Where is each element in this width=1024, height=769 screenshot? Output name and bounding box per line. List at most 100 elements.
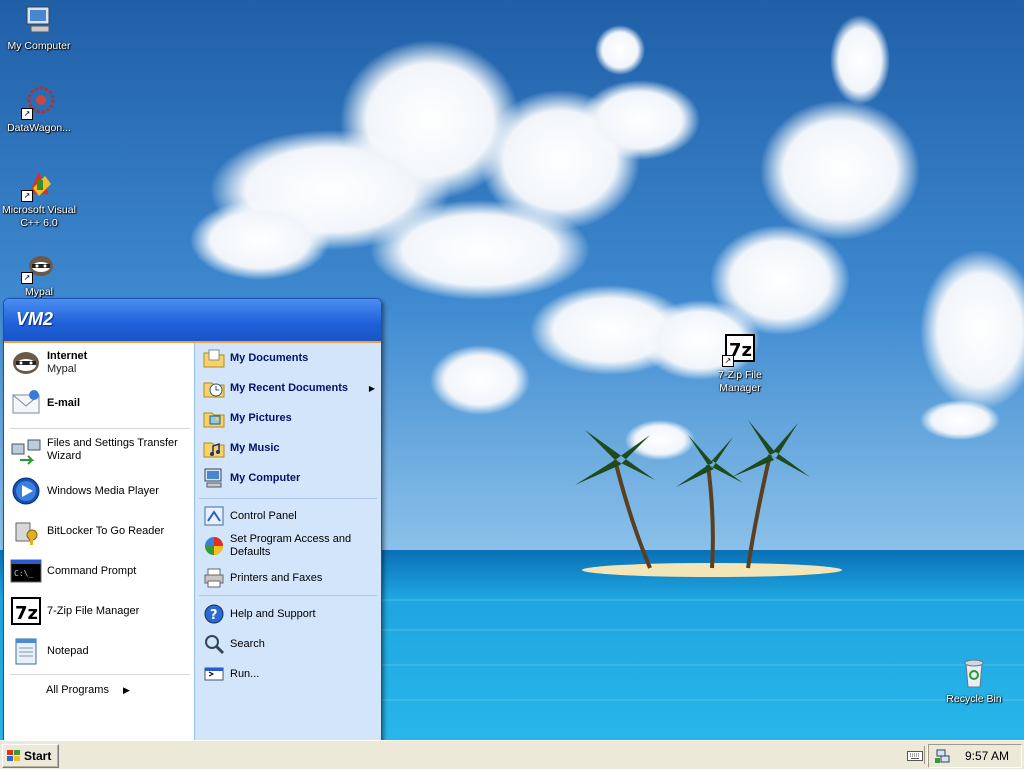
shortcut-arrow-icon: ↗: [21, 108, 33, 120]
program-item-command-prompt[interactable]: C:\_ Command Prompt: [10, 555, 136, 587]
visual-cpp-icon: ↗: [21, 168, 55, 202]
desktop-icon-datawagon[interactable]: ↗ DataWagon...: [0, 86, 78, 135]
pinned-item-email[interactable]: E-mail: [10, 387, 80, 419]
desktop-icon-my-computer[interactable]: My Computer: [0, 4, 78, 53]
program-item-transfer-wizard[interactable]: Files and Settings Transfer Wizard: [10, 434, 182, 466]
desktop-icon-label: My Computer: [7, 40, 71, 52]
setting-item-label: Set Program Access and Defaults: [230, 533, 352, 558]
program-defaults-icon: [203, 535, 225, 557]
pinned-item-internet[interactable]: Internet Mypal: [10, 347, 87, 379]
mypal-icon: [10, 347, 42, 379]
place-item-label: My Music: [230, 441, 280, 454]
recent-documents-icon: [203, 377, 225, 399]
email-icon: [10, 387, 42, 419]
svg-text:?: ?: [210, 608, 218, 623]
run-icon: [203, 663, 225, 685]
start-menu-header: VM2: [4, 299, 381, 343]
tool-item-label: Search: [230, 637, 265, 650]
arrow-right-icon: ▶: [368, 383, 375, 393]
desktop-icon-seven-zip[interactable]: 7z ↗ 7-Zip File Manager: [701, 333, 779, 395]
start-menu-programs: Internet Mypal E-mail Files and Settings…: [4, 343, 194, 740]
my-pictures-icon: [203, 407, 225, 429]
setting-item-program-defaults[interactable]: Set Program Access and Defaults: [203, 533, 363, 559]
program-item-label: 7-Zip File Manager: [47, 604, 140, 617]
place-item-label: My Documents: [230, 351, 309, 364]
menu-separator: [199, 595, 377, 596]
recycle-bin-icon: [958, 657, 990, 689]
help-icon: ?: [203, 603, 225, 625]
desktop-icon-mypal[interactable]: ↗ Mypal: [0, 250, 78, 299]
my-music-icon: [203, 437, 225, 459]
program-item-label: Notepad: [47, 644, 89, 657]
program-item-label: Command Prompt: [47, 564, 137, 577]
place-item-label: My Recent Documents: [230, 381, 348, 394]
printer-icon: [203, 567, 225, 589]
place-item-recent-documents[interactable]: My Recent Documents ▶: [203, 377, 379, 399]
setting-item-printers[interactable]: Printers and Faxes: [203, 567, 322, 589]
menu-separator: [199, 498, 377, 499]
my-documents-icon: [203, 347, 225, 369]
program-item-notepad[interactable]: Notepad: [10, 635, 89, 667]
network-icon[interactable]: [935, 748, 951, 764]
clock[interactable]: 9:57 AM: [965, 749, 1009, 763]
place-item-label: My Computer: [230, 471, 301, 484]
start-button[interactable]: Start: [2, 744, 59, 768]
bitlocker-icon: [10, 515, 42, 547]
place-item-label: My Pictures: [230, 411, 292, 424]
seven-zip-icon: 7z: [10, 595, 42, 627]
place-item-my-documents[interactable]: My Documents: [203, 347, 308, 369]
my-computer-icon: [203, 467, 225, 489]
desktop-icon-label: Recycle Bin: [946, 693, 1002, 705]
all-programs-label: All Programs: [46, 684, 109, 696]
desktop-icon-label: 7-Zip File Manager: [718, 369, 762, 394]
system-tray: 9:57 AM: [928, 744, 1022, 768]
search-icon: [203, 633, 225, 655]
start-button-label: Start: [24, 749, 52, 763]
menu-separator: [10, 674, 190, 675]
tool-item-search[interactable]: Search: [203, 633, 265, 655]
taskbar: Start 9:57 AM: [0, 740, 1024, 769]
place-item-my-music[interactable]: My Music: [203, 437, 280, 459]
windows-logo-icon: [7, 750, 21, 762]
mypal-icon: ↗: [21, 250, 55, 284]
start-menu: VM2 Internet Mypal E-mail Files and Sett…: [3, 298, 382, 741]
seven-zip-icon: 7z ↗: [722, 333, 756, 367]
keyboard-icon[interactable]: [907, 749, 923, 761]
tool-item-label: Run...: [230, 667, 260, 680]
program-item-media-player[interactable]: Windows Media Player: [10, 475, 159, 507]
menu-separator: [10, 428, 190, 429]
media-player-icon: [10, 475, 42, 507]
tool-item-help[interactable]: ? Help and Support: [203, 603, 316, 625]
datawagon-icon: ↗: [21, 86, 55, 120]
notepad-icon: [10, 635, 42, 667]
place-item-my-computer[interactable]: My Computer: [203, 467, 300, 489]
setting-item-label: Control Panel: [230, 509, 297, 522]
start-menu-places: My Documents My Recent Documents ▶ My Pi…: [194, 343, 381, 740]
tool-item-run[interactable]: Run...: [203, 663, 259, 685]
shortcut-arrow-icon: ↗: [722, 355, 734, 367]
program-item-bitlocker[interactable]: BitLocker To Go Reader: [10, 515, 164, 547]
control-panel-icon: [203, 505, 225, 527]
svg-text:C:\_: C:\_: [14, 569, 33, 578]
svg-text:7z: 7z: [15, 603, 38, 624]
transfer-wizard-icon: [10, 434, 42, 466]
desktop-icon-label: Microsoft Visual C++ 6.0: [2, 204, 76, 229]
pinned-item-subtitle: Mypal: [47, 363, 77, 375]
program-item-label: BitLocker To Go Reader: [47, 524, 165, 537]
program-item-label: Files and Settings Transfer Wizard: [47, 437, 178, 462]
user-name: VM2: [16, 309, 54, 329]
shortcut-arrow-icon: ↗: [21, 272, 33, 284]
setting-item-control-panel[interactable]: Control Panel: [203, 505, 297, 527]
pinned-item-title: Internet: [47, 350, 88, 362]
desktop-icon-recycle-bin[interactable]: Recycle Bin: [935, 657, 1013, 706]
pinned-item-title: E-mail: [47, 396, 81, 409]
all-programs-button[interactable]: All Programs ▶: [46, 684, 130, 696]
place-item-my-pictures[interactable]: My Pictures: [203, 407, 292, 429]
command-prompt-icon: C:\_: [10, 555, 42, 587]
my-computer-icon: [23, 4, 55, 36]
arrow-right-icon: ▶: [122, 684, 130, 695]
program-item-seven-zip[interactable]: 7z 7-Zip File Manager: [10, 595, 139, 627]
program-item-label: Windows Media Player: [47, 484, 159, 497]
desktop-icon-visual-cpp[interactable]: ↗ Microsoft Visual C++ 6.0: [0, 168, 78, 230]
tool-item-label: Help and Support: [230, 607, 316, 620]
